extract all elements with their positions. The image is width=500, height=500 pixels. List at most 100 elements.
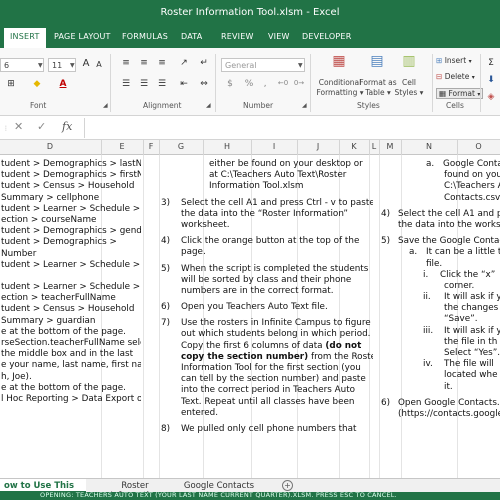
indent-icon[interactable]: ⇤	[176, 78, 192, 92]
number-format-box[interactable]: General	[221, 58, 305, 72]
font-size-dropdown-icon[interactable]: ▼	[70, 62, 75, 69]
conditional-formatting-icon: ▦	[332, 53, 346, 69]
column-header-h[interactable]: H	[203, 142, 251, 151]
text-line: located whe	[381, 370, 500, 381]
column-header-g[interactable]: G	[159, 142, 203, 151]
delete-cells-icon: ⊟	[436, 72, 443, 81]
text-line: corner.	[381, 281, 500, 292]
delete-cells-button[interactable]: ⊟ Delete ▾	[436, 72, 475, 81]
ribbon-tabs: INSERT PAGE LAYOUT FORMULAS DATA REVIEW …	[0, 28, 500, 48]
text-content: the changes	[444, 303, 499, 314]
number-group-label: Number	[243, 101, 274, 110]
text-line: Use the rosters in Infinite Campus to fi…	[181, 318, 371, 329]
step-number: i.	[423, 269, 429, 280]
gridline	[159, 155, 160, 478]
column-header-o[interactable]: O	[457, 142, 500, 151]
text-line: the middle box and in the last	[1, 349, 134, 360]
column-header-k[interactable]: K	[339, 142, 369, 151]
align-bottom-icon[interactable]: ≡	[154, 57, 170, 71]
tab-data[interactable]: DATA	[181, 32, 202, 41]
orientation-icon[interactable]: ↗	[176, 57, 192, 71]
column-header-n[interactable]: N	[401, 142, 457, 151]
align-right-icon[interactable]: ☰	[154, 78, 170, 92]
tab-developer[interactable]: DEVELOPER	[302, 32, 351, 41]
shrink-font-icon[interactable]: A	[94, 59, 104, 73]
align-top-icon[interactable]: ≡	[118, 57, 134, 71]
decrease-decimal-icon[interactable]: 0→	[292, 78, 306, 92]
text-line: tudent > Demographics >	[1, 237, 117, 248]
step-6: 6) Open you Teachers Auto Text file.	[161, 302, 373, 313]
tab-view[interactable]: VIEW	[268, 32, 290, 41]
text-line: C:\Teachers Auto T	[381, 181, 500, 192]
text-line: 4) Select the cell A1 and press	[381, 209, 500, 220]
text-content: The file will	[444, 359, 494, 370]
ribbon: 6 ▼ 11 ▼ A A ⊞ ◆ A Font ◢ ≡ ≡ ≡ ↗ ↵ ☰ ☰ …	[0, 48, 500, 116]
tab-insert[interactable]: INSERT	[4, 28, 46, 48]
formula-input[interactable]	[84, 118, 500, 138]
column-header-d[interactable]: D	[0, 142, 100, 151]
comma-style-button[interactable]: ‚	[258, 78, 272, 92]
borders-icon[interactable]: ⊞	[0, 78, 22, 92]
text-line: iv. The file will	[381, 359, 500, 370]
font-dialog-launcher-icon[interactable]: ◢	[103, 102, 108, 109]
delete-cells-dropdown-icon: ▾	[471, 74, 475, 81]
group-separator	[480, 54, 481, 112]
font-color-icon[interactable]: A	[52, 78, 74, 92]
text-line: found on your desk	[381, 170, 500, 181]
accounting-format-icon[interactable]: $	[221, 78, 239, 92]
alignment-group-label: Alignment	[143, 101, 182, 110]
tab-formulas[interactable]: FORMULAS	[122, 32, 168, 41]
add-sheet-button[interactable]: +	[282, 480, 293, 491]
step-number: 6)	[161, 302, 171, 313]
step-number: 4)	[381, 208, 391, 219]
column-header-i[interactable]: I	[251, 142, 297, 151]
wrap-text-icon[interactable]: ↵	[196, 57, 212, 71]
align-center-icon[interactable]: ☰	[136, 78, 152, 92]
percent-style-button[interactable]: %	[242, 78, 256, 92]
insert-cells-button[interactable]: ⊞ Insert ▾	[436, 56, 472, 65]
step-number: 7)	[161, 318, 171, 329]
text-line: the data into the “Roster Information”	[181, 208, 348, 219]
column-header-m[interactable]: M	[379, 142, 401, 151]
text-line: will be sorted by class and their phone	[181, 274, 352, 285]
autosum-icon[interactable]: Σ	[484, 57, 498, 71]
number-dialog-launcher-icon[interactable]: ◢	[302, 102, 307, 109]
name-box-resize-icon[interactable]: ⋮	[3, 125, 9, 132]
text-line: (https://contacts.google.co	[381, 409, 500, 420]
column-header-l[interactable]: L	[369, 142, 379, 151]
tab-page-layout[interactable]: PAGE LAYOUT	[54, 32, 111, 41]
text-content: found on your desk	[444, 170, 500, 181]
align-left-icon[interactable]: ☰	[118, 78, 134, 92]
insert-cells-label: Insert	[444, 56, 467, 65]
fill-icon[interactable]: ⬇	[484, 74, 498, 88]
font-group-label: Font	[30, 101, 47, 110]
font-name-dropdown-icon[interactable]: ▼	[38, 62, 43, 69]
text-line: i. Click the “x”	[381, 270, 500, 281]
merge-center-icon[interactable]: ⇔	[196, 78, 212, 92]
clear-icon[interactable]: ◈	[484, 91, 498, 105]
text-line: Contacts.csv	[381, 193, 500, 204]
fill-color-icon[interactable]: ◆	[26, 78, 48, 92]
worksheet-grid[interactable]: tudent > Demographics > lastName tudent …	[0, 155, 500, 478]
grow-font-icon[interactable]: A	[80, 57, 92, 71]
column-header-f[interactable]: F	[143, 142, 159, 151]
column-headers: D E F G H I J K L M N O	[0, 140, 500, 155]
alignment-dialog-launcher-icon[interactable]: ◢	[206, 102, 211, 109]
column-header-e[interactable]: E	[101, 142, 143, 151]
increase-decimal-icon[interactable]: ←0	[276, 78, 290, 92]
text-content: It will ask if y	[444, 325, 500, 336]
text-line: Number	[1, 248, 37, 259]
title-bar: Roster Information Tool.xlsm - Excel	[0, 0, 500, 28]
text-line: Select “Yes”.	[381, 348, 500, 359]
instructions-middle-column: either be found on your desktop or at C:…	[161, 159, 373, 435]
step-number: iv.	[423, 359, 433, 370]
column-header-j[interactable]: J	[297, 142, 339, 151]
number-format-dropdown-icon[interactable]: ▼	[298, 62, 303, 69]
format-cells-button[interactable]: ▦ Format ▾	[436, 88, 484, 99]
tab-review[interactable]: REVIEW	[221, 32, 254, 41]
cancel-entry-icon[interactable]: ✕	[14, 120, 23, 133]
align-middle-icon[interactable]: ≡	[136, 57, 152, 71]
step-7: 7) Use the rosters in Infinite Campus to …	[161, 318, 373, 329]
confirm-entry-icon[interactable]: ✓	[37, 120, 46, 133]
insert-function-icon[interactable]: fx	[62, 120, 72, 133]
